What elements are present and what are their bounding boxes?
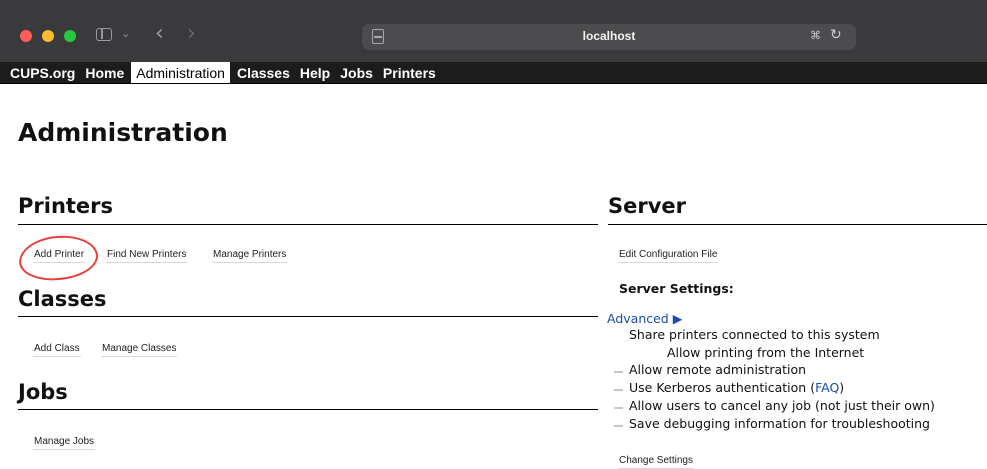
nav-classes[interactable]: Classes bbox=[232, 62, 295, 83]
printers-divider bbox=[18, 224, 598, 225]
minimize-window-button[interactable] bbox=[42, 30, 54, 42]
server-settings-title: Server Settings: bbox=[619, 281, 734, 296]
forward-icon[interactable]: › bbox=[187, 21, 196, 46]
cancel-any-job-checkbox[interactable] bbox=[614, 407, 623, 409]
debug-info-checkbox[interactable] bbox=[614, 425, 623, 427]
classes-divider bbox=[18, 316, 598, 317]
address-bar[interactable]: localhost ⌘ ↻ bbox=[362, 24, 856, 50]
share-printers-label: Share printers connected to this system bbox=[629, 327, 880, 342]
kerberos-label-text: Use Kerberos authentication ( bbox=[629, 380, 816, 395]
classes-heading: Classes bbox=[18, 287, 107, 311]
back-icon[interactable]: ‹ bbox=[155, 21, 164, 46]
zoom-window-button[interactable] bbox=[64, 30, 76, 42]
kerberos-checkbox[interactable] bbox=[614, 389, 623, 391]
kerberos-label: Use Kerberos authentication (FAQ) bbox=[629, 380, 844, 395]
nav-jobs[interactable]: Jobs bbox=[335, 62, 378, 83]
page-title: Administration bbox=[18, 118, 228, 147]
manage-jobs-button[interactable]: Manage Jobs bbox=[33, 436, 96, 450]
chevron-down-icon[interactable]: ⌄ bbox=[121, 27, 130, 40]
change-settings-button[interactable]: Change Settings bbox=[618, 455, 694, 469]
sidebar-icon[interactable] bbox=[96, 28, 112, 41]
nav-administration[interactable]: Administration bbox=[131, 62, 230, 83]
add-class-button[interactable]: Add Class bbox=[33, 343, 81, 357]
faq-link[interactable]: FAQ bbox=[815, 380, 839, 395]
kerberos-label-close: ) bbox=[839, 380, 845, 395]
jobs-divider bbox=[18, 409, 598, 410]
server-divider bbox=[608, 224, 987, 225]
cancel-any-job-label: Allow users to cancel any job (not just … bbox=[629, 398, 935, 413]
manage-classes-button[interactable]: Manage Classes bbox=[101, 343, 178, 357]
nav-printers[interactable]: Printers bbox=[378, 62, 441, 83]
advanced-toggle[interactable]: Advanced ▶ bbox=[607, 311, 682, 326]
browser-titlebar: ⌄ ‹ › localhost ⌘ ↻ bbox=[0, 0, 987, 62]
add-printer-button[interactable]: Add Printer bbox=[33, 249, 86, 263]
manage-printers-button[interactable]: Manage Printers bbox=[212, 249, 288, 263]
jobs-heading: Jobs bbox=[18, 380, 68, 404]
edit-configuration-file-button[interactable]: Edit Configuration File bbox=[618, 249, 719, 263]
remote-admin-checkbox[interactable] bbox=[614, 371, 623, 373]
printers-heading: Printers bbox=[18, 194, 114, 218]
find-new-printers-button[interactable]: Find New Printers bbox=[106, 249, 188, 263]
reload-icon[interactable]: ↻ bbox=[830, 27, 842, 43]
close-window-button[interactable] bbox=[20, 30, 32, 42]
debug-info-label: Save debugging information for troublesh… bbox=[629, 416, 930, 431]
nav-help[interactable]: Help bbox=[295, 62, 335, 83]
translate-icon[interactable]: ⌘ bbox=[810, 29, 821, 42]
server-heading: Server bbox=[608, 194, 687, 218]
nav-cups-org[interactable]: CUPS.org bbox=[0, 62, 80, 83]
nav-home[interactable]: Home bbox=[80, 62, 129, 83]
url-text: localhost bbox=[582, 29, 636, 43]
cups-navbar: CUPS.org Home Administration Classes Hel… bbox=[0, 62, 987, 84]
allow-internet-label: Allow printing from the Internet bbox=[667, 345, 865, 360]
remote-admin-label: Allow remote administration bbox=[629, 362, 807, 377]
